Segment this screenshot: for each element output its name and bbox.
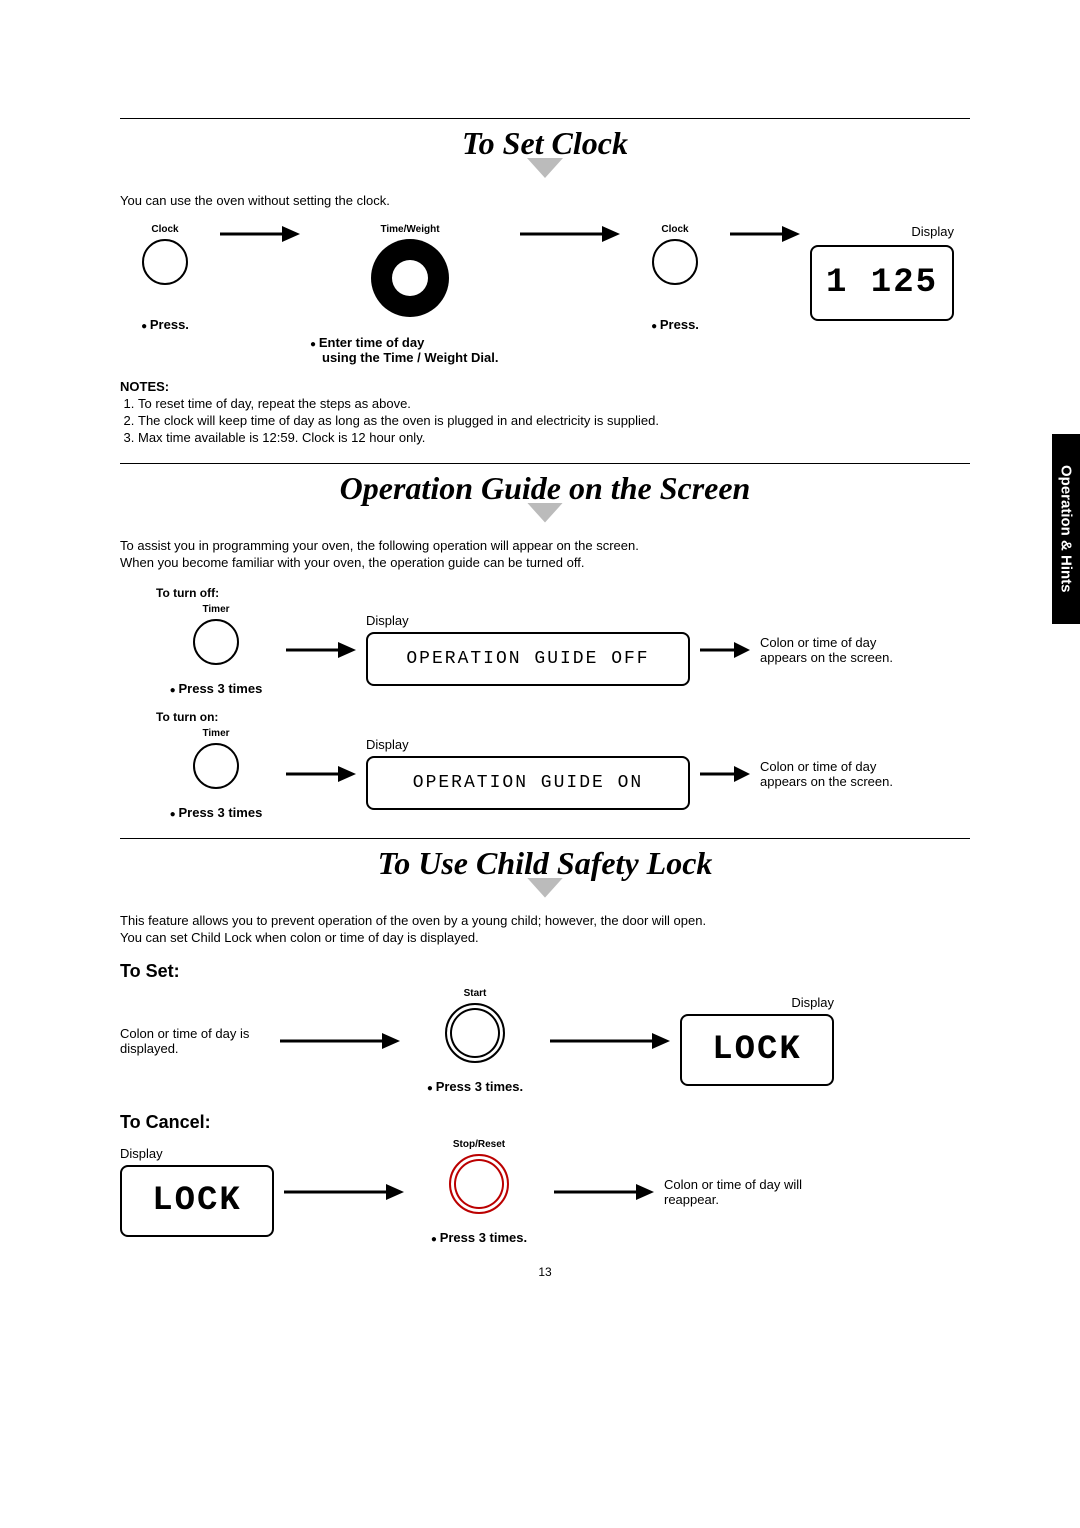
intro-text: You can use the oven without setting the… [120, 192, 970, 210]
press-3-times-instruction: Press 3 times [170, 805, 263, 820]
press-3-times-instruction: Press 3 times. [427, 1079, 523, 1094]
display-label: Display [911, 224, 954, 239]
display-value: 1 125 [826, 264, 938, 302]
divider [120, 463, 970, 464]
press-3-times-instruction: Press 3 times [170, 681, 263, 696]
notes-list: To reset time of day, repeat the steps a… [120, 396, 970, 445]
enter-time-instruction-1: Enter time of day [310, 335, 510, 350]
display-label: Display [366, 613, 409, 628]
display-value: LOCK [712, 1031, 802, 1069]
arrow-right-icon [700, 640, 750, 660]
display-value: LOCK [152, 1182, 242, 1220]
result-text: Colon or time of day will reappear. [664, 1177, 824, 1207]
clock-button-icon [652, 239, 698, 285]
clock-button-label: Clock [151, 224, 178, 235]
timer-button-icon [193, 743, 239, 789]
timer-button-label: Timer [202, 604, 229, 615]
timer-button-label: Timer [202, 728, 229, 739]
time-weight-dial-icon [371, 239, 449, 317]
intro-text: To assist you in programming your oven, … [120, 537, 970, 572]
display-label: Display [791, 995, 834, 1010]
clock-button-icon [142, 239, 188, 285]
arrow-right-icon [286, 640, 356, 660]
enter-time-instruction-2: using the Time / Weight Dial. [322, 350, 510, 365]
arrow-right-icon [286, 764, 356, 784]
stop-reset-button-label: Stop/Reset [453, 1139, 505, 1150]
arrow-right-icon [220, 224, 300, 244]
display-screen: LOCK [120, 1165, 274, 1237]
display-screen: LOCK [680, 1014, 834, 1086]
arrow-right-icon [730, 224, 800, 244]
arrow-right-icon [554, 1182, 654, 1202]
stop-reset-button-icon [449, 1154, 509, 1214]
arrow-right-icon [284, 1182, 404, 1202]
to-turn-off-heading: To turn off: [156, 586, 970, 600]
side-tab-operation-hints: Operation & Hints [1052, 434, 1080, 624]
press-instruction: Press. [651, 317, 699, 332]
section-title-operation-guide: Operation Guide on the Screen [120, 470, 970, 507]
divider [120, 838, 970, 839]
to-set-heading: To Set: [120, 961, 970, 982]
result-text: Colon or time of day appears on the scre… [760, 635, 920, 665]
divider [120, 118, 970, 119]
section-title-set-clock: To Set Clock [120, 125, 970, 162]
section-title-child-lock: To Use Child Safety Lock [120, 845, 970, 882]
arrow-right-icon [280, 1031, 400, 1051]
display-screen: OPERATION GUIDE ON [366, 756, 690, 810]
display-value: OPERATION GUIDE ON [413, 773, 643, 793]
arrow-right-icon [520, 224, 620, 244]
display-value: OPERATION GUIDE OFF [406, 649, 649, 669]
start-button-label: Start [464, 988, 487, 999]
timer-button-icon [193, 619, 239, 665]
notes-heading: NOTES: [120, 379, 970, 394]
to-turn-on-heading: To turn on: [156, 710, 970, 724]
press-3-times-instruction: Press 3 times. [431, 1230, 527, 1245]
page-number: 13 [120, 1265, 970, 1279]
note-item: To reset time of day, repeat the steps a… [138, 396, 970, 411]
intro-text: This feature allows you to prevent opera… [120, 912, 970, 947]
display-label: Display [120, 1146, 163, 1161]
display-screen: OPERATION GUIDE OFF [366, 632, 690, 686]
note-item: Max time available is 12:59. Clock is 12… [138, 430, 970, 445]
to-cancel-heading: To Cancel: [120, 1112, 970, 1133]
dial-label: Time/Weight [380, 224, 439, 235]
arrow-right-icon [550, 1031, 670, 1051]
colon-displayed-text: Colon or time of day is displayed. [120, 1026, 270, 1056]
press-instruction: Press. [141, 317, 189, 332]
note-item: The clock will keep time of day as long … [138, 413, 970, 428]
clock-button-label: Clock [661, 224, 688, 235]
display-screen: 1 125 [810, 245, 954, 321]
display-label: Display [366, 737, 409, 752]
result-text: Colon or time of day appears on the scre… [760, 759, 920, 789]
start-button-icon [445, 1003, 505, 1063]
arrow-right-icon [700, 764, 750, 784]
